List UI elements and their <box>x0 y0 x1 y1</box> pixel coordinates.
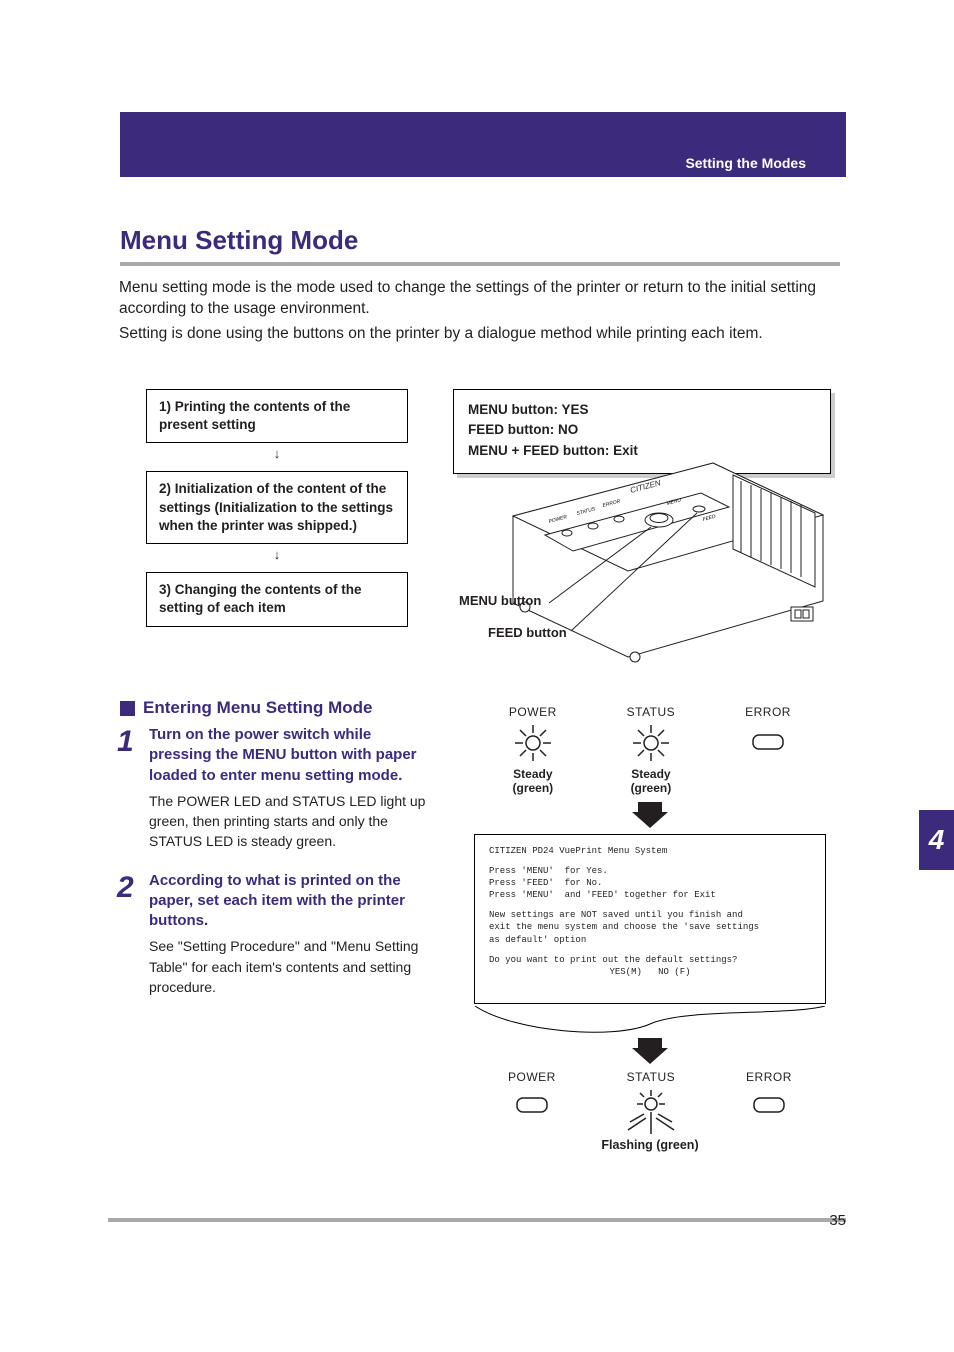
led-power-label-2: POWER <box>508 1070 556 1084</box>
arrow-down-icon <box>638 1038 662 1048</box>
led-off-icon <box>509 1088 555 1122</box>
flow-diagram: 1) Printing the contents of the present … <box>146 389 408 627</box>
instr-line-1: MENU button: YES <box>468 400 816 420</box>
printout-line: exit the menu system and choose the 'sav… <box>489 921 811 933</box>
printout-line: Do you want to print out the default set… <box>489 954 811 966</box>
flashing-green-label: Flashing (green) <box>474 1138 826 1152</box>
step-number-1: 1 <box>117 725 141 853</box>
paper-curl-icon <box>474 1006 826 1042</box>
led-error-label-1: ERROR <box>745 705 791 719</box>
flow-box-3: 3) Changing the contents of the setting … <box>146 572 408 626</box>
flow-arrow-2: ↓ <box>146 544 408 572</box>
intro-p1: Menu setting mode is the mode used to ch… <box>119 278 839 320</box>
led-power-label-1: POWER <box>509 705 557 719</box>
arrow-down-icon <box>632 1048 668 1064</box>
flow-box-1: 1) Printing the contents of the present … <box>146 389 408 443</box>
step-1-desc: The POWER LED and STATUS LED light up gr… <box>149 793 425 850</box>
printout-line: Press 'FEED' for No. <box>489 877 811 889</box>
step-2-bold: According to what is printed on the pape… <box>149 871 427 932</box>
printout-line: Press 'MENU' and 'FEED' together for Exi… <box>489 889 811 901</box>
feed-button-label: FEED button <box>488 625 567 640</box>
sun-icon <box>628 723 674 763</box>
step-1-bold: Turn on the power switch while pressing … <box>149 725 427 786</box>
led-power-state-1: Steady (green) <box>509 767 557 796</box>
subtitle-bullet-icon <box>120 701 135 716</box>
led-status-label-2: STATUS <box>624 1070 678 1084</box>
page-number: 35 <box>829 1212 846 1229</box>
printout-illustration: CITIZEN PD24 VuePrint Menu System Press … <box>474 834 826 1004</box>
instr-line-2: FEED button: NO <box>468 420 816 440</box>
printout-line: as default' option <box>489 934 811 946</box>
step-2-desc: See "Setting Procedure" and "Menu Settin… <box>149 938 418 995</box>
printer-diagram: MENU button: YES FEED button: NO MENU + … <box>453 389 833 651</box>
led-status-label-1: STATUS <box>627 705 676 719</box>
step-number-2: 2 <box>117 871 141 999</box>
blinking-sun-icon <box>624 1088 678 1138</box>
chapter-tab: 4 <box>919 810 954 870</box>
printout-line: YES(M) NO (F) <box>489 966 811 978</box>
steps-list: 1 Turn on the power switch while pressin… <box>117 725 427 1016</box>
led-off-icon <box>746 1088 792 1122</box>
flow-box-2: 2) Initialization of the content of the … <box>146 471 408 544</box>
arrow-down-icon <box>632 812 668 828</box>
subtitle-row: Entering Menu Setting Mode <box>120 698 373 718</box>
printout-line: New settings are NOT saved until you fin… <box>489 909 811 921</box>
led-sequence-diagram: POWER Steady (green) STATUS <box>474 705 826 1152</box>
led-off-icon <box>745 723 791 763</box>
sun-icon <box>510 723 556 763</box>
printout-line: CITIZEN PD24 VuePrint Menu System <box>489 845 811 857</box>
title-row: Menu Setting Mode <box>120 225 840 266</box>
printout-line: Press 'MENU' for Yes. <box>489 865 811 877</box>
page-title: Menu Setting Mode <box>120 225 358 262</box>
led-status-state-1: Steady (green) <box>627 767 676 796</box>
flow-arrow-1: ↓ <box>146 443 408 471</box>
intro-p2: Setting is done using the buttons on the… <box>119 324 839 345</box>
instr-line-3: MENU + FEED button: Exit <box>468 441 816 461</box>
header-section-label: Setting the Modes <box>685 155 806 171</box>
led-error-label-2: ERROR <box>746 1070 792 1084</box>
subtitle-text: Entering Menu Setting Mode <box>143 698 373 718</box>
footer-rule <box>108 1218 846 1222</box>
arrow-down-icon <box>638 802 662 812</box>
step-1: 1 Turn on the power switch while pressin… <box>117 725 427 853</box>
step-2: 2 According to what is printed on the pa… <box>117 871 427 999</box>
menu-button-label: MENU button <box>459 593 541 608</box>
intro-text: Menu setting mode is the mode used to ch… <box>119 278 839 349</box>
